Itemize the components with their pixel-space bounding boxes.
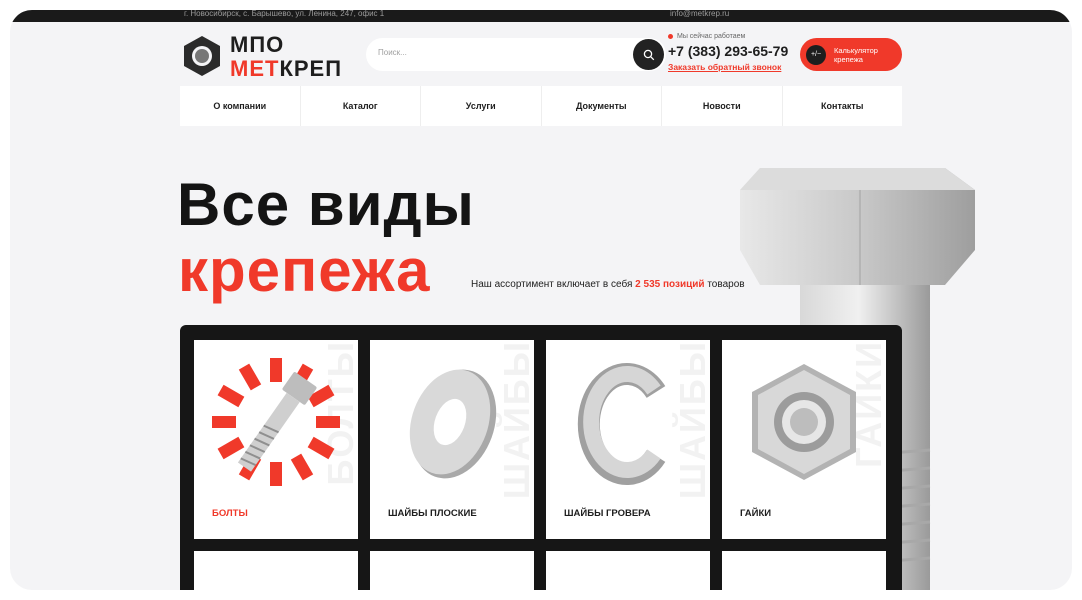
calculator-label: Калькулятор крепежа bbox=[834, 45, 878, 64]
catalog-card-grover-washers[interactable]: ШАЙБЫ ШАЙБЫ ГРОВЕРА bbox=[546, 340, 710, 539]
nav-item-documents[interactable]: Документы bbox=[542, 86, 662, 126]
email-link[interactable]: info@metkrep.ru bbox=[670, 10, 729, 18]
site-logo[interactable]: МПО МЕТКРЕП bbox=[180, 32, 365, 82]
catalog-card-row2[interactable] bbox=[370, 551, 534, 590]
plus-minus-icon: +/− bbox=[806, 44, 826, 65]
spring-washer-icon bbox=[577, 363, 666, 485]
search-icon bbox=[643, 49, 654, 60]
catalog-card-row2[interactable] bbox=[546, 551, 710, 590]
work-status: Мы сейчас работаем bbox=[668, 33, 798, 40]
status-text: Мы сейчас работаем bbox=[677, 33, 746, 40]
page-frame: г. Новосибирск, с. Барышево, ул. Ленина,… bbox=[10, 10, 1072, 590]
hero-title-line-1: Все виды bbox=[177, 171, 475, 238]
top-bar: г. Новосибирск, с. Барышево, ул. Ленина,… bbox=[10, 10, 1072, 22]
nav-item-catalog[interactable]: Каталог bbox=[301, 86, 421, 126]
nav-item-services[interactable]: Услуги bbox=[421, 86, 542, 126]
search-input[interactable]: Поиск... bbox=[378, 48, 407, 57]
search-button[interactable] bbox=[633, 39, 664, 70]
address-text: г. Новосибирск, с. Барышево, ул. Ленина,… bbox=[184, 10, 385, 18]
hero-title-line-2: крепежа bbox=[178, 237, 431, 304]
callback-link[interactable]: Заказать обратный звонок bbox=[668, 62, 798, 72]
catalog-card-label: ГАЙКИ bbox=[740, 508, 772, 519]
catalog-card-label: ШАЙБЫ ПЛОСКИЕ bbox=[388, 508, 477, 519]
logo-line-1: МПО bbox=[230, 32, 285, 57]
contact-block: Мы сейчас работаем +7 (383) 293-65-79 За… bbox=[668, 33, 798, 83]
nut-icon bbox=[752, 364, 856, 480]
nav-item-contacts[interactable]: Контакты bbox=[783, 86, 903, 126]
logo-line-2: МЕТКРЕП bbox=[230, 56, 343, 81]
catalog-card-label: БОЛТЫ bbox=[212, 508, 248, 519]
flat-washer-icon bbox=[409, 369, 497, 479]
catalog-card-bolts[interactable]: БОЛТЫ БОЛТЫ bbox=[194, 340, 358, 539]
catalog-card-nuts[interactable]: ГАЙКИ ГАЙКИ bbox=[722, 340, 886, 539]
search-bar[interactable]: Поиск... bbox=[366, 38, 666, 71]
catalog-card-label: ШАЙБЫ ГРОВЕРА bbox=[564, 508, 651, 519]
catalog-card-row2[interactable] bbox=[722, 551, 886, 590]
catalog-card-flat-washers[interactable]: ШАЙБЫ ШАЙБЫ ПЛОСКИЕ bbox=[370, 340, 534, 539]
catalog-card-row2[interactable] bbox=[194, 551, 358, 590]
main-nav: О компании Каталог Услуги Документы Ново… bbox=[180, 86, 902, 126]
phone-number[interactable]: +7 (383) 293-65-79 bbox=[668, 43, 798, 59]
bolt-icon bbox=[212, 358, 340, 486]
status-dot-icon bbox=[668, 34, 673, 39]
catalog-panel: БОЛТЫ БОЛТЫ ШАЙБЫ ШАЙБЫ ПЛОСКИЕ ШАЙБЫ ША… bbox=[180, 325, 902, 590]
hero-subtitle: Наш ассортимент включает в себя 2 535 по… bbox=[471, 279, 745, 290]
positions-count: 2 535 позиций bbox=[635, 279, 705, 290]
nut-logo-icon bbox=[184, 36, 220, 76]
calculator-button[interactable]: +/− Калькулятор крепежа bbox=[800, 38, 902, 71]
nav-item-news[interactable]: Новости bbox=[662, 86, 783, 126]
nav-item-about[interactable]: О компании bbox=[180, 86, 301, 126]
